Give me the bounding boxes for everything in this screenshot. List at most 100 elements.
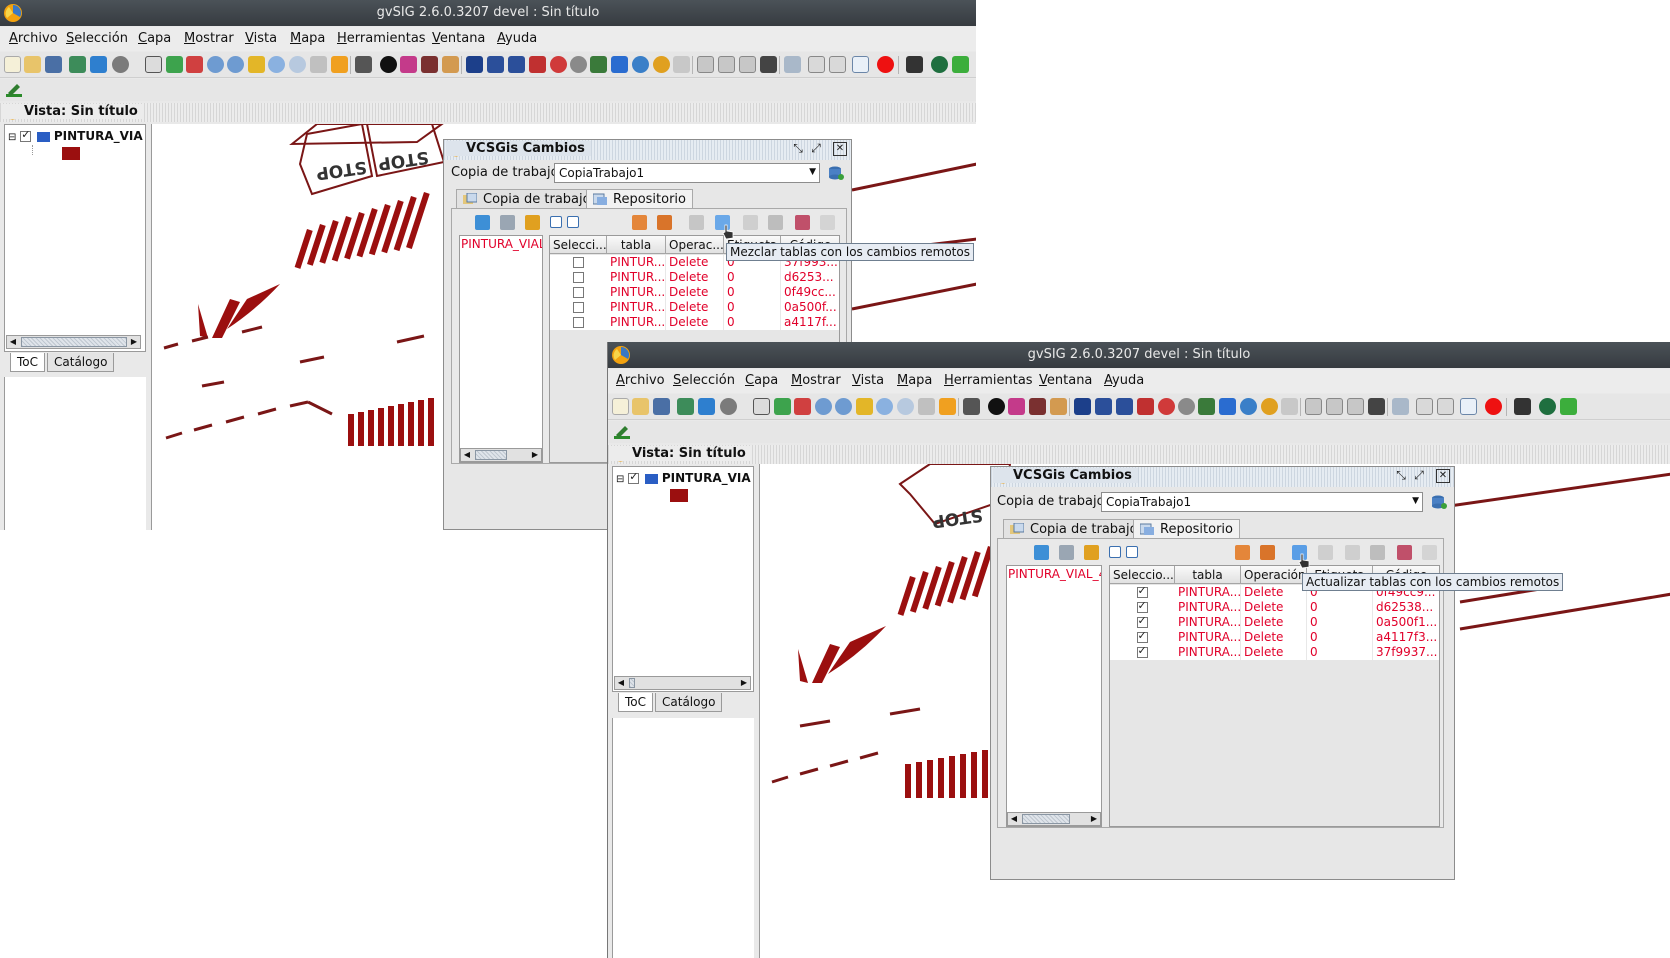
- zoom-select-icon[interactable]: [876, 398, 893, 415]
- tab-toc[interactable]: ToC: [10, 353, 46, 372]
- print-icon[interactable]: [1029, 398, 1046, 415]
- export-icon[interactable]: [820, 215, 835, 230]
- row-select-checkbox[interactable]: [572, 317, 584, 328]
- zoom-full-icon[interactable]: [166, 56, 183, 73]
- cell-tabla[interactable]: PINTUR...: [607, 255, 666, 270]
- download-tables-icon[interactable]: [1084, 545, 1099, 560]
- table-name-item[interactable]: PINTURA_VIAL: [461, 237, 542, 251]
- grid-icon-b[interactable]: [829, 56, 846, 73]
- cell-operacion[interactable]: Delete: [666, 300, 724, 315]
- zoom-out-icon[interactable]: [835, 398, 852, 415]
- zoom-changes-icon[interactable]: [1345, 545, 1360, 560]
- print-icon[interactable]: [421, 56, 438, 73]
- open-icon[interactable]: [24, 56, 41, 73]
- select-circle-icon[interactable]: [550, 56, 567, 73]
- table-icon[interactable]: [963, 398, 980, 415]
- invert-selection-icon[interactable]: [1261, 398, 1278, 415]
- cell-operacion[interactable]: Delete: [1241, 645, 1307, 660]
- add-layer-icon[interactable]: [677, 398, 694, 415]
- minimize-icon[interactable]: ⤡: [791, 142, 805, 156]
- row-select-checkbox[interactable]: [572, 287, 584, 298]
- filter-icon[interactable]: [611, 56, 628, 73]
- menu-capa[interactable]: Capa: [138, 31, 171, 46]
- clear-selection-icon[interactable]: [673, 56, 690, 73]
- changes-icon[interactable]: [632, 215, 647, 230]
- zoom-full-icon[interactable]: [774, 398, 791, 415]
- new-icon[interactable]: [4, 56, 21, 73]
- error-icon[interactable]: [1485, 398, 1502, 415]
- select-circle-icon[interactable]: [1158, 398, 1175, 415]
- tables-list[interactable]: PINTURA_VIAL ◀ ▶: [459, 235, 543, 463]
- grid-icon-b[interactable]: [1437, 398, 1454, 415]
- menu-herramientas[interactable]: Herramientas: [944, 373, 1033, 388]
- tab-toc[interactable]: ToC: [618, 693, 654, 712]
- menu-archivo[interactable]: Archivo: [9, 31, 58, 46]
- row-select-checkbox[interactable]: [1136, 614, 1148, 628]
- layer-name[interactable]: PINTURA_VIA: [662, 471, 751, 485]
- menu-seleccion[interactable]: Selección: [673, 373, 735, 388]
- center-changes-icon[interactable]: [1370, 545, 1385, 560]
- menu-vista[interactable]: Vista: [245, 31, 277, 46]
- zoom-out-icon[interactable]: [227, 56, 244, 73]
- collapse-icon[interactable]: ⊟: [616, 474, 624, 485]
- uncheck-all-icon[interactable]: [1126, 546, 1138, 558]
- menu-ventana[interactable]: Ventana: [432, 31, 485, 46]
- menu-herramientas[interactable]: Herramientas: [337, 31, 426, 46]
- select-rect-icon[interactable]: [1095, 398, 1112, 415]
- table-name-item[interactable]: PINTURA_VIAL_4(: [1008, 567, 1101, 581]
- export-icon[interactable]: [1422, 545, 1437, 560]
- scroll-left-icon[interactable]: ◀: [615, 677, 627, 689]
- workspace-select[interactable]: CopiaTrabajo1 ▼: [1101, 492, 1423, 512]
- layer-visibility-checkbox[interactable]: [20, 128, 32, 142]
- tools-icon[interactable]: [906, 56, 923, 73]
- cell-etiqueta[interactable]: 0: [1307, 615, 1373, 630]
- col-header-seleccion[interactable]: Selecci...: [550, 236, 607, 254]
- refresh-icon[interactable]: [475, 215, 490, 230]
- flag-icon[interactable]: [952, 56, 969, 73]
- tab-repositorio[interactable]: Repositorio: [586, 189, 693, 208]
- tab-catalogo[interactable]: Catálogo: [47, 353, 115, 372]
- select-pointer-icon[interactable]: [466, 56, 483, 73]
- error-icon[interactable]: [877, 56, 894, 73]
- eye-icon[interactable]: [112, 56, 129, 73]
- cell-codigo[interactable]: a4117f3...: [1373, 630, 1439, 645]
- tool-icon-a[interactable]: [784, 56, 801, 73]
- cell-tabla[interactable]: PINTURA...: [1175, 645, 1241, 660]
- mail-icon[interactable]: [1260, 545, 1275, 560]
- download-icon[interactable]: [698, 398, 715, 415]
- menu-seleccion[interactable]: Selección: [66, 31, 128, 46]
- cell-operacion[interactable]: Delete: [666, 270, 724, 285]
- cell-etiqueta[interactable]: 0: [724, 315, 781, 330]
- scroll-thumb[interactable]: [475, 450, 507, 460]
- open-icon[interactable]: [632, 398, 649, 415]
- menu-vista[interactable]: Vista: [852, 373, 884, 388]
- zoom-prev-icon[interactable]: [897, 398, 914, 415]
- scroll-right-icon[interactable]: ▶: [529, 449, 541, 461]
- mail-icon[interactable]: [657, 215, 672, 230]
- toc-scrollbar[interactable]: ◀ ▶: [6, 335, 141, 349]
- grid-icon-a[interactable]: [1416, 398, 1433, 415]
- edit-icon[interactable]: [1050, 398, 1067, 415]
- clear-selection-icon[interactable]: [1281, 398, 1298, 415]
- cell-operacion[interactable]: Delete: [1241, 615, 1307, 630]
- eraser-icon[interactable]: [1397, 545, 1412, 560]
- web-globe-icon[interactable]: [1539, 398, 1556, 415]
- cell-etiqueta[interactable]: 0: [1307, 630, 1373, 645]
- scroll-thumb[interactable]: [21, 337, 127, 347]
- cell-tabla[interactable]: PINTURA...: [1175, 615, 1241, 630]
- cell-codigo[interactable]: a4117f...: [781, 315, 839, 330]
- menu-capa[interactable]: Capa: [745, 373, 778, 388]
- maximize-icon[interactable]: ⤢: [1412, 469, 1426, 483]
- cell-operacion[interactable]: Delete: [1241, 630, 1307, 645]
- tab-catalogo[interactable]: Catálogo: [655, 693, 723, 712]
- cell-etiqueta[interactable]: 0: [724, 270, 781, 285]
- select-poly-icon[interactable]: [1116, 398, 1133, 415]
- locator-icon[interactable]: [331, 56, 348, 73]
- flag-icon[interactable]: [1560, 398, 1577, 415]
- center-changes-icon[interactable]: [768, 215, 783, 230]
- scroll-left-icon[interactable]: ◀: [7, 336, 19, 348]
- select-line-icon[interactable]: [1137, 398, 1154, 415]
- scroll-right-icon[interactable]: ▶: [1088, 813, 1100, 825]
- layer-visibility-checkbox[interactable]: [628, 470, 640, 484]
- cell-tabla[interactable]: PINTUR...: [607, 270, 666, 285]
